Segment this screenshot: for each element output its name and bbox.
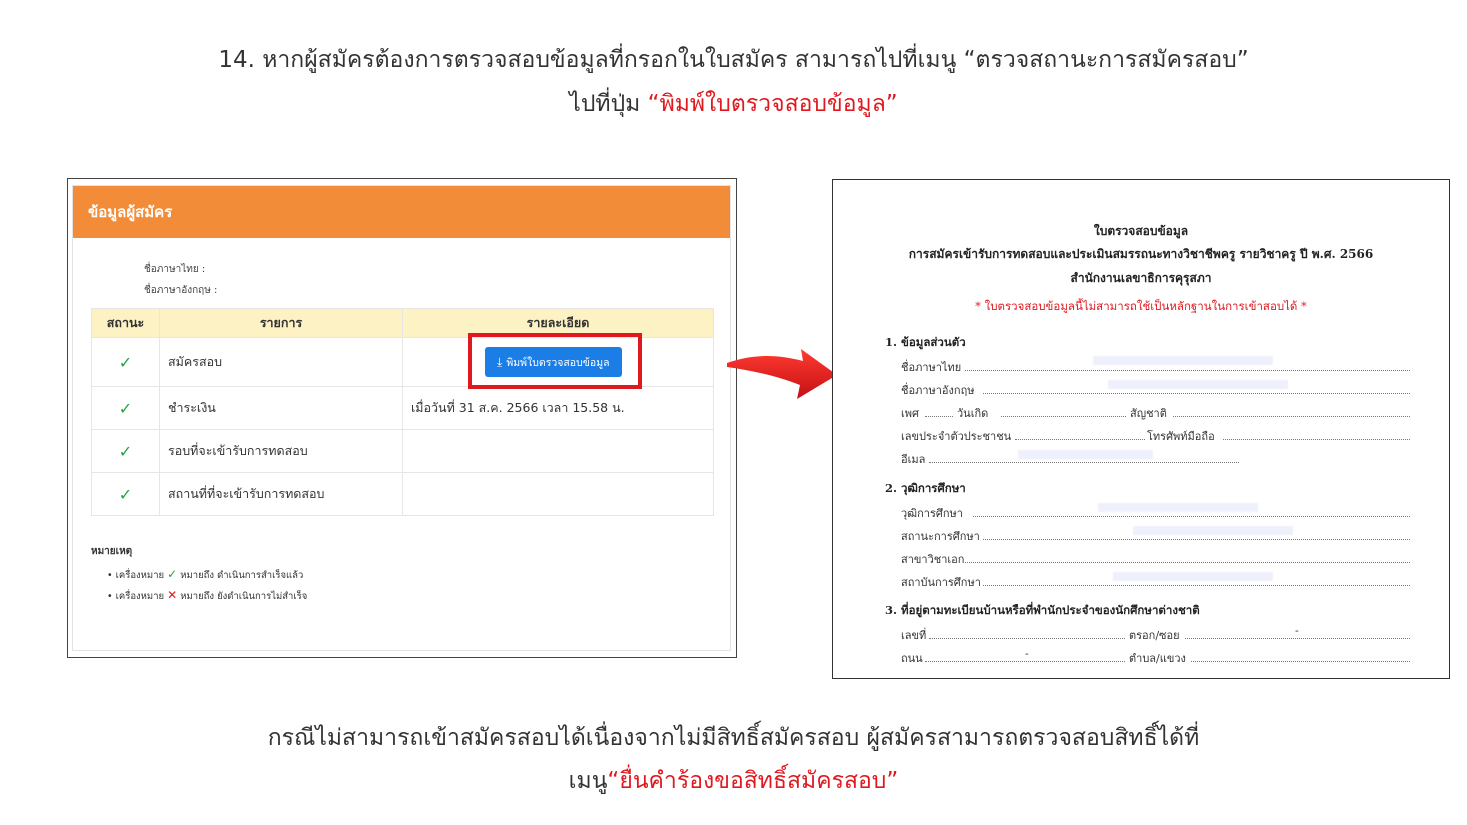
row-item: รอบที่จะเข้ารับการทดสอบ	[159, 429, 403, 473]
row-item: สมัครสอบ	[159, 337, 403, 387]
section-personal-info: 1. ข้อมูลส่วนตัว	[885, 335, 966, 349]
field-line	[1173, 416, 1410, 417]
field-alley-value: -	[1295, 624, 1299, 637]
note-prefix: เครื่องหมาย	[115, 570, 165, 581]
instruction-highlight: “พิมพ์ใบตรวจสอบข้อมูล”	[647, 91, 898, 117]
footer-line-2: เมนู“ยื่นคำร้องขอสิทธิ์สมัครสอบ”	[0, 763, 1467, 799]
footer-text: กรณีไม่สามารถเข้าสมัครสอบได้เนื่องจากไม่…	[267, 725, 1200, 751]
field-road-value: -	[1025, 647, 1029, 660]
footer-line-1: กรณีไม่สามารถเข้าสมัครสอบได้เนื่องจากไม่…	[0, 720, 1467, 756]
field-study-status: สถานะการศึกษา	[901, 530, 980, 543]
note-title: หมายเหตุ	[91, 546, 133, 557]
check-icon: ✓	[118, 484, 133, 504]
instruction-text: 14. หากผู้สมัครต้องการตรวจสอบข้อมูลที่กร…	[218, 47, 1249, 73]
check-icon: ✓	[167, 567, 178, 581]
field-line	[965, 370, 1410, 371]
cross-icon: ✕	[167, 588, 178, 602]
check-document: ใบตรวจสอบข้อมูล การสมัครเข้ารับการทดสอบแ…	[832, 179, 1450, 679]
column-header-status: สถานะ	[91, 308, 160, 338]
check-icon: ✓	[118, 441, 133, 461]
field-id-number: เลขประจำตัวประชาชน	[901, 430, 1012, 443]
footer-highlight: “ยื่นคำร้องขอสิทธิ์สมัครสอบ”	[607, 768, 899, 794]
field-line	[1015, 439, 1145, 440]
field-line	[1001, 416, 1126, 417]
check-icon: ✓	[118, 398, 133, 418]
column-header-item: รายการ	[159, 308, 403, 338]
redacted-value	[1113, 572, 1273, 581]
field-nationality: สัญชาติ	[1130, 407, 1167, 420]
field-degree: วุฒิการศึกษา	[901, 507, 963, 520]
note-success: • เครื่องหมาย ✓ หมายถึง ดำเนินการสำเร็จแ…	[107, 567, 304, 581]
section-address: 3. ที่อยู่ตามทะเบียนบ้านหรือที่พำนักประจ…	[885, 603, 1200, 617]
field-line	[983, 539, 1410, 540]
field-house-number: เลขที่	[901, 629, 927, 642]
field-mobile: โทรศัพท์มือถือ	[1147, 430, 1215, 443]
field-email: อีเมล	[901, 453, 926, 466]
row-item: ชำระเงิน	[159, 386, 403, 430]
field-line	[1185, 638, 1410, 639]
applicant-screenshot: ข้อมูลผู้สมัคร ชื่อภาษาไทย : ชื่อภาษาอัง…	[67, 178, 737, 658]
field-line	[929, 462, 1239, 463]
field-line	[925, 661, 1125, 662]
redacted-value	[1133, 526, 1293, 535]
note-text: หมายถึง ยังดำเนินการไม่สำเร็จ	[180, 591, 308, 602]
document-subtitle: การสมัครเข้ารับการทดสอบและประเมินสมรรถนะ…	[908, 247, 1374, 261]
field-line	[983, 585, 1410, 586]
instruction-line-1: 14. หากผู้สมัครต้องการตรวจสอบข้อมูลที่กร…	[0, 42, 1467, 78]
field-line	[929, 638, 1125, 639]
applicant-card: ข้อมูลผู้สมัคร ชื่อภาษาไทย : ชื่อภาษาอัง…	[72, 185, 731, 651]
field-line	[983, 393, 1410, 394]
instruction-text: ไปที่ปุ่ม	[569, 91, 648, 117]
field-alley: ตรอก/ซอย	[1129, 629, 1180, 642]
note-prefix: เครื่องหมาย	[115, 591, 165, 602]
field-name-english: ชื่อภาษาอังกฤษ	[901, 384, 975, 397]
row-detail	[402, 429, 714, 473]
document-warning: * ใบตรวจสอบข้อมูลนี้ไม่สามารถใช้เป็นหลัก…	[975, 299, 1307, 313]
field-road: ถนน	[901, 652, 923, 665]
field-institution: สถาบันการศึกษา	[901, 576, 981, 589]
field-birthdate: วันเกิด	[957, 407, 989, 420]
note-incomplete: • เครื่องหมาย ✕ หมายถึง ยังดำเนินการไม่ส…	[107, 588, 308, 602]
field-line	[1191, 661, 1410, 662]
row-detail	[402, 472, 714, 516]
redacted-value	[1093, 356, 1273, 365]
applicant-header: ข้อมูลผู้สมัคร	[73, 186, 730, 238]
table-row: ✓ รอบที่จะเข้ารับการทดสอบ	[91, 429, 714, 473]
redacted-value	[1098, 503, 1258, 512]
field-subdistrict: ตำบล/แขวง	[1129, 652, 1186, 665]
name-thai-label: ชื่อภาษาไทย :	[144, 264, 206, 275]
name-english-label: ชื่อภาษาอังกฤษ :	[144, 285, 218, 296]
row-detail: เมื่อวันที่ 31 ส.ค. 2566 เวลา 15.58 น.	[402, 386, 714, 430]
field-name-thai: ชื่อภาษาไทย	[901, 361, 962, 374]
field-major: สาขาวิชาเอก	[901, 553, 965, 566]
field-line	[1223, 439, 1410, 440]
redacted-value	[1108, 380, 1288, 389]
table-row: ✓ ชำระเงิน เมื่อวันที่ 31 ส.ค. 2566 เวลา…	[91, 386, 714, 430]
redacted-value	[1018, 450, 1153, 459]
table-row: ✓ สถานที่ที่จะเข้ารับการทดสอบ	[91, 472, 714, 516]
highlight-box	[468, 333, 642, 389]
note-text: หมายถึง ดำเนินการสำเร็จแล้ว	[180, 570, 304, 581]
document-organization: สำนักงานเลขาธิการคุรุสภา	[1070, 271, 1212, 285]
field-line	[925, 416, 953, 417]
field-line	[973, 516, 1410, 517]
section-education: 2. วุฒิการศึกษา	[885, 481, 966, 495]
curved-red-arrow-icon	[727, 349, 837, 399]
field-gender: เพศ	[901, 407, 919, 420]
field-line	[965, 562, 1410, 563]
row-item: สถานที่ที่จะเข้ารับการทดสอบ	[159, 472, 403, 516]
check-icon: ✓	[118, 352, 133, 372]
document-title: ใบตรวจสอบข้อมูล	[1093, 224, 1189, 238]
footer-text: เมนู	[568, 768, 608, 794]
instruction-line-2: ไปที่ปุ่ม “พิมพ์ใบตรวจสอบข้อมูล”	[0, 86, 1467, 122]
